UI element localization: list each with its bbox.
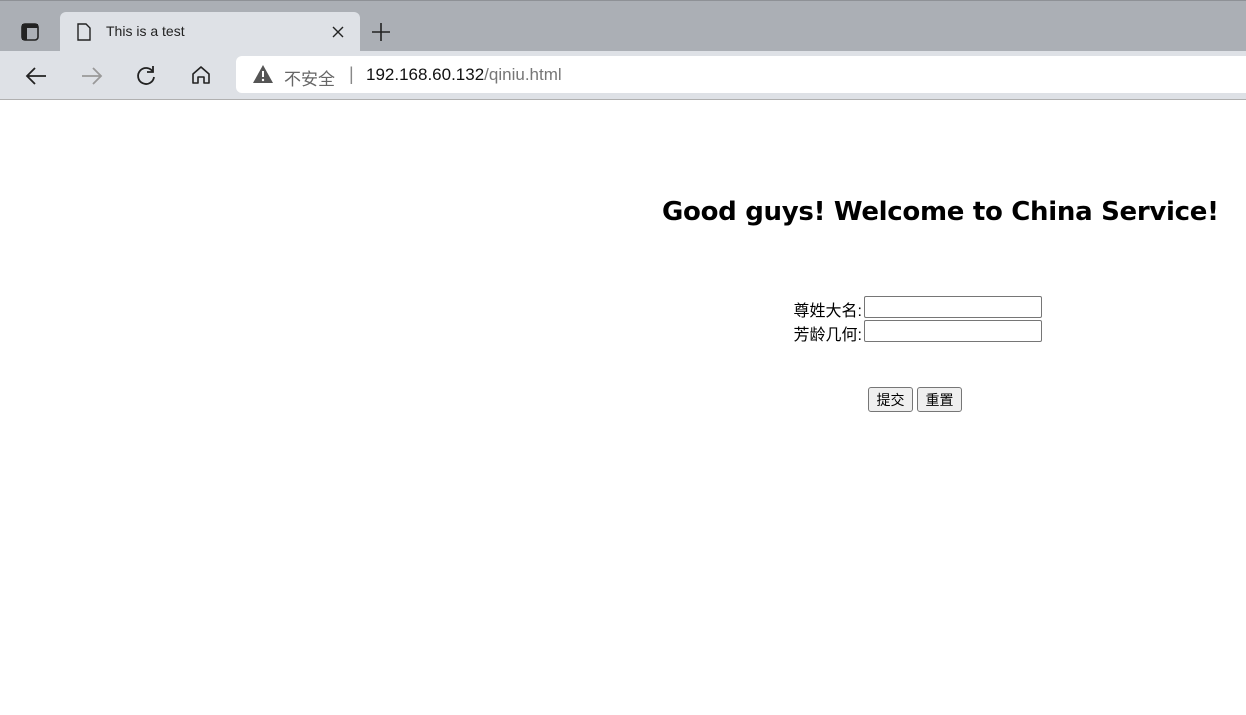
- age-input[interactable]: [864, 320, 1042, 342]
- page-heading: Good guys! Welcome to China Service!: [662, 197, 1219, 227]
- name-row: 尊姓大名:: [760, 296, 1060, 320]
- toolbar: 不安全 | 192.168.60.132/qiniu.html: [0, 51, 1246, 100]
- close-tab-icon[interactable]: [330, 24, 346, 40]
- tab-actions-icon[interactable]: [20, 22, 40, 42]
- new-tab-icon[interactable]: [370, 21, 392, 43]
- forward-icon[interactable]: [80, 64, 104, 88]
- age-label: 芳龄几何:: [793, 327, 862, 344]
- back-icon[interactable]: [24, 64, 48, 88]
- page-icon: [76, 22, 92, 42]
- tab-strip: This is a test: [0, 0, 1246, 52]
- home-icon[interactable]: [189, 63, 213, 87]
- name-input[interactable]: [864, 296, 1042, 318]
- reload-icon[interactable]: [134, 63, 158, 87]
- name-label: 尊姓大名:: [793, 303, 862, 320]
- url-host: 192.168.60.132: [366, 65, 485, 84]
- separator: |: [349, 64, 354, 84]
- submit-button[interactable]: 提交: [868, 387, 913, 412]
- url-path: /qiniu.html: [484, 65, 562, 84]
- warning-icon[interactable]: [252, 64, 274, 84]
- age-row: 芳龄几何:: [760, 320, 1060, 344]
- address-bar[interactable]: 不安全 | 192.168.60.132/qiniu.html: [236, 56, 1246, 93]
- reset-button[interactable]: 重置: [917, 387, 962, 412]
- security-label[interactable]: 不安全: [284, 65, 335, 90]
- url-text[interactable]: 192.168.60.132/qiniu.html: [366, 65, 562, 85]
- active-tab[interactable]: This is a test: [60, 12, 360, 52]
- tab-title: This is a test: [106, 23, 185, 39]
